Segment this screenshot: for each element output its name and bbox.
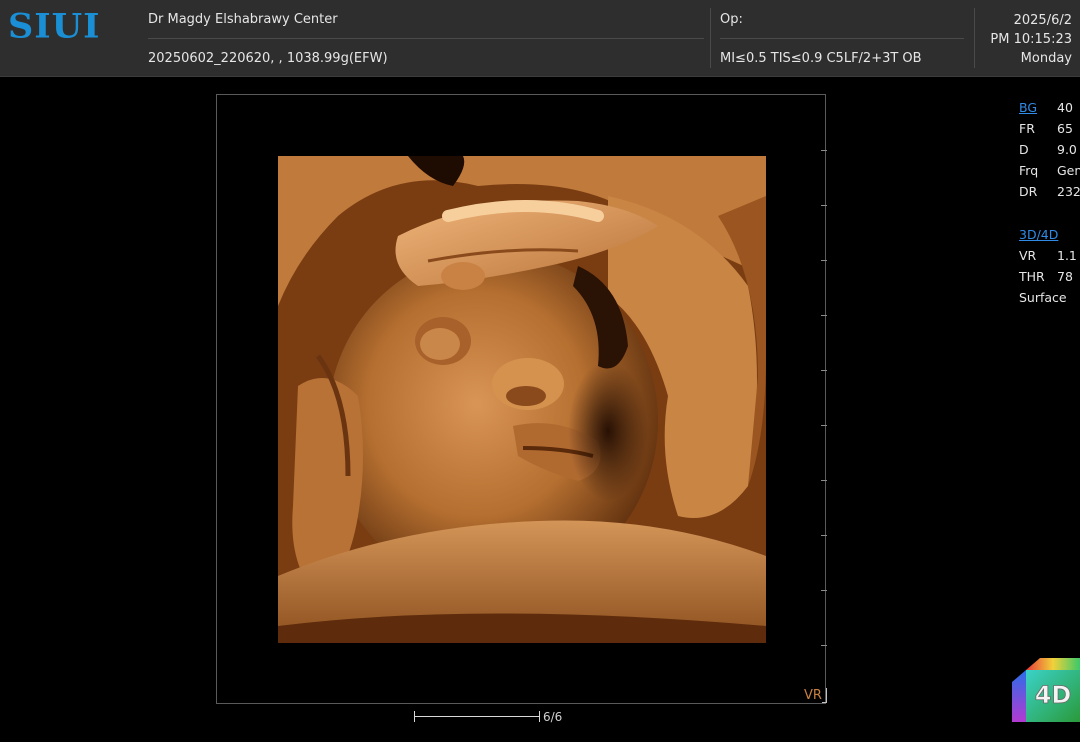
param-row-fr: FR 65 <box>1019 118 1080 139</box>
param-value: 40 <box>1057 100 1073 115</box>
corner-marker <box>822 688 827 703</box>
param-key: THR <box>1019 269 1045 284</box>
4d-mode-badge[interactable]: 4D <box>1012 656 1080 722</box>
center-name: Dr Magdy Elshabrawy Center <box>148 12 338 27</box>
param-key: FR <box>1019 121 1035 136</box>
depth-tick <box>821 150 827 151</box>
param-row-frq: Frq Gen <box>1019 160 1080 181</box>
header-divider <box>148 38 704 39</box>
param-row-dr: DR 232 <box>1019 181 1080 202</box>
weekday-text: Monday <box>1020 51 1072 66</box>
param-value: Gen <box>1057 163 1080 178</box>
param-key: Frq <box>1019 163 1039 178</box>
study-info: 20250602_220620, , 1038.99g(EFW) <box>148 51 388 66</box>
depth-tick <box>821 480 827 481</box>
param-value: 232 <box>1057 184 1080 199</box>
parameter-panel: BG 40 FR 65 D 9.0 Frq Gen DR 232 3D/4D V… <box>1019 97 1080 308</box>
param-key: DR <box>1019 184 1038 199</box>
operator-label: Op: <box>720 12 743 27</box>
param-row-thr: THR 78 <box>1019 266 1080 287</box>
date-text: 2025/6/2 <box>1013 13 1072 28</box>
param-key-link[interactable]: BG <box>1019 97 1037 118</box>
depth-tick <box>821 260 827 261</box>
depth-tick <box>821 535 827 536</box>
param-spacer <box>1019 202 1080 224</box>
depth-tick <box>821 425 827 426</box>
scale-bar-cap <box>539 711 540 722</box>
header-separator <box>710 8 711 68</box>
depth-tick <box>821 645 827 646</box>
param-value: 78 <box>1057 269 1073 284</box>
4d-cube-icon: 4D <box>1012 658 1080 722</box>
depth-tick <box>821 590 827 591</box>
acoustic-info: MI≤0.5 TIS≤0.9 C5LF/2+3T OB <box>720 51 922 66</box>
param-key-link[interactable]: 3D/4D <box>1019 224 1058 245</box>
ultrasound-screen: SIUI Dr Magdy Elshabrawy Center 20250602… <box>0 0 1080 742</box>
param-value: 9.0 <box>1057 142 1077 157</box>
time-text: PM 10:15:23 <box>990 32 1072 47</box>
param-value: 1.1 <box>1057 248 1077 263</box>
4d-badge-label: 4D <box>1035 681 1072 709</box>
depth-tick <box>821 205 827 206</box>
depth-tick <box>821 315 827 316</box>
cine-scale-bar[interactable] <box>414 716 540 717</box>
param-key: D <box>1019 142 1029 157</box>
header-divider <box>720 38 964 39</box>
param-value: 65 <box>1057 121 1073 136</box>
param-row-bg[interactable]: BG 40 <box>1019 97 1080 118</box>
frame-counter: 6/6 <box>543 710 563 724</box>
depth-tick <box>821 370 827 371</box>
param-row-3d4d[interactable]: 3D/4D <box>1019 224 1080 245</box>
param-row-vr: VR 1.1 <box>1019 245 1080 266</box>
param-key: VR <box>1019 248 1037 263</box>
datetime-block: 2025/6/2 PM 10:15:23 Monday <box>990 11 1072 68</box>
param-row-d: D 9.0 <box>1019 139 1080 160</box>
siui-logo: SIUI <box>8 7 101 46</box>
header-separator <box>974 8 975 68</box>
param-key: Surface <box>1019 290 1067 305</box>
volume-render-image <box>278 156 766 643</box>
param-row-surface: Surface <box>1019 287 1080 308</box>
header-bar: SIUI Dr Magdy Elshabrawy Center 20250602… <box>0 0 1080 77</box>
render-mode-label: VR <box>804 688 822 703</box>
